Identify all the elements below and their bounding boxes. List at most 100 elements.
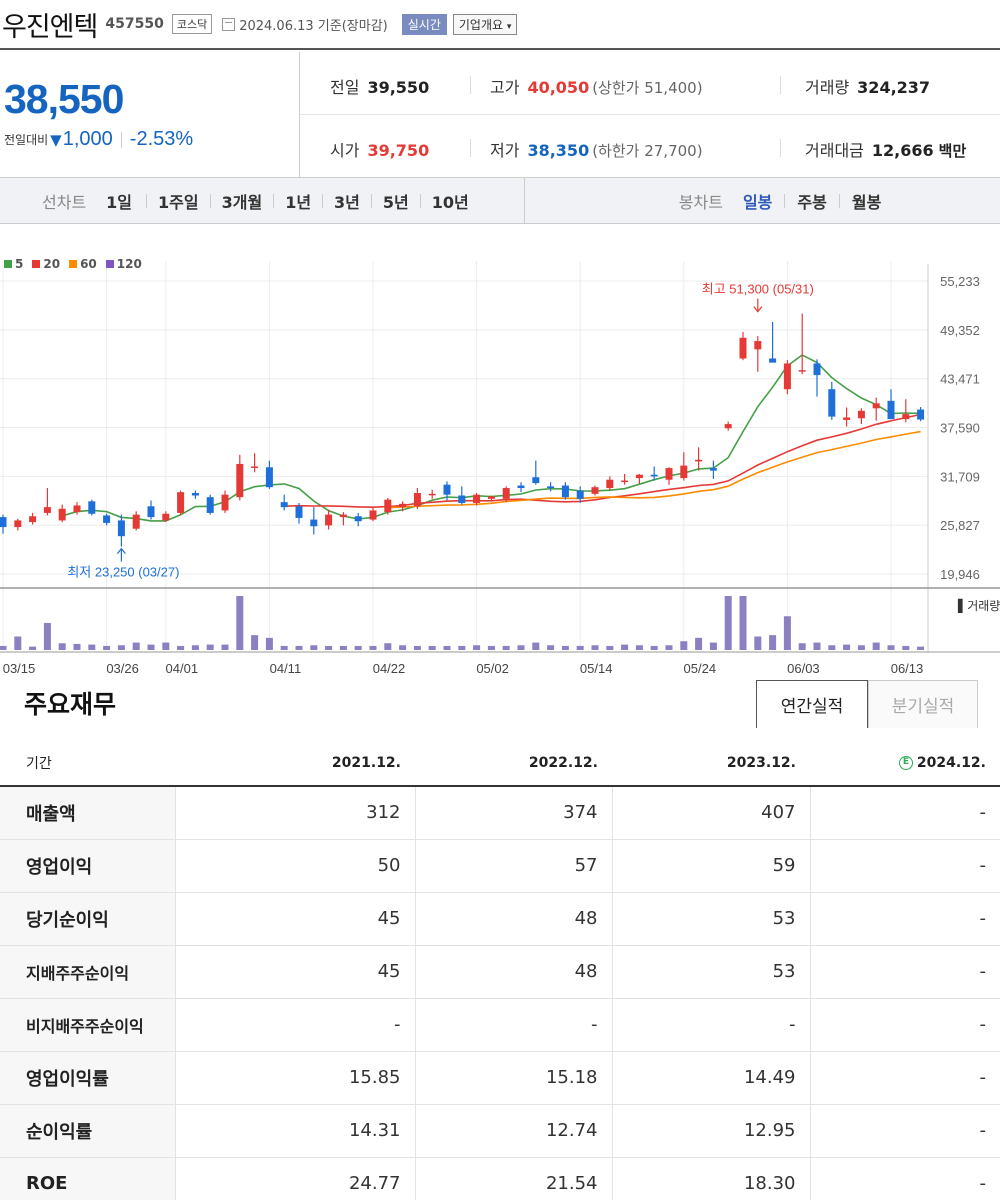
x-tick-label: 06/03 (787, 661, 820, 676)
volume-bar (73, 643, 81, 650)
volume-bar (561, 645, 569, 650)
candle-body (73, 505, 81, 513)
candle-chart-label: 봉차트 (678, 192, 723, 212)
volume-bar (621, 644, 629, 650)
volume-bar (547, 645, 555, 650)
candle-body (887, 400, 895, 420)
candle-body (88, 501, 96, 514)
volume-bar (769, 635, 777, 650)
company-name: 우진엔텍 (2, 11, 98, 43)
cell-value: 374 (414, 786, 612, 840)
cell-value: - (809, 892, 1000, 946)
volume-bar (265, 637, 273, 650)
candle-weekly[interactable]: 주봉 (797, 189, 826, 213)
volume-bar (783, 616, 791, 650)
cell-value: 53 (611, 945, 810, 999)
open-label: 시가 (330, 141, 360, 160)
cell-value: - (809, 1050, 1000, 1105)
volume-bar (236, 596, 244, 650)
candle-daily[interactable]: 일봉 (743, 189, 772, 213)
candle-body (709, 468, 717, 471)
prev-close-value: 39,550 (367, 78, 430, 97)
table-header-row: 기간 2021.12. 2022.12. 2023.12. E 2024.12. (0, 740, 1000, 787)
volume-bar (458, 645, 466, 650)
volume-bar (88, 644, 96, 650)
candle-body (29, 516, 37, 523)
volume-stat: 거래량 324,237 (805, 74, 930, 98)
volume-bar (354, 645, 362, 650)
prev-close-stat: 전일 39,550 (330, 74, 429, 98)
legend-ma5: 5 (4, 257, 23, 271)
volume-bar (399, 645, 407, 650)
company-info-label: 기업개요 (458, 17, 504, 32)
period-header: 기간 (0, 740, 175, 787)
candlestick-svg[interactable]: 55,233 49,352 43,471 37,590 31,709 25,827 19,9… (0, 224, 1000, 684)
row-label: ROE (0, 1157, 175, 1200)
realtime-button[interactable]: 실시간 (401, 13, 447, 35)
volume-bar (487, 645, 495, 650)
cell-value: - (174, 998, 415, 1052)
low-value: 38,350 (527, 141, 590, 160)
x-tick-label: 05/24 (684, 661, 717, 676)
candle-body (487, 496, 495, 499)
ma20-line (284, 413, 921, 509)
period-1d[interactable]: 1일 (106, 189, 132, 213)
col-2024-label: 2024.12. (916, 754, 986, 771)
period-3m[interactable]: 3개월 (222, 189, 263, 213)
candle-body (754, 341, 762, 350)
candle-monthly[interactable]: 월봉 (852, 189, 881, 213)
volume-bar (517, 645, 525, 650)
chart-period-bar: 선차트 1일 1주일 3개월 1년 3년 5년 10년 봉차트 일봉 주봉 월봉 (0, 177, 1000, 224)
period-5y[interactable]: 5년 (383, 189, 409, 213)
candle-body (783, 363, 791, 390)
candle-body (339, 514, 347, 518)
cell-value: - (809, 1157, 1000, 1200)
divider (273, 193, 275, 208)
volume-bar (132, 642, 140, 650)
candle-body (843, 417, 851, 420)
volume-bar (695, 637, 703, 650)
candle-body (191, 493, 199, 496)
cell-value: 57 (414, 839, 612, 893)
candle-body (206, 497, 214, 513)
tab-quarterly[interactable]: 분기실적 (868, 680, 978, 728)
table-row: 영업이익 50 57 59- (0, 839, 1000, 893)
volume-bar (251, 635, 259, 650)
company-info-button[interactable]: 기업개요 ▾ (452, 13, 518, 35)
period-1w[interactable]: 1주일 (158, 189, 199, 213)
change-row: 전일대비 ▼ 1,000 -2.53% (4, 128, 193, 151)
divider (780, 139, 781, 157)
col-2024: E 2024.12. (810, 740, 1000, 787)
candle-body (635, 474, 643, 479)
candle-body (606, 479, 614, 489)
tab-annual[interactable]: 연간실적 (756, 680, 868, 728)
cell-value: 18.30 (611, 1157, 810, 1200)
volume-bar (813, 642, 821, 650)
row-label: 비지배주주순이익 (0, 998, 175, 1052)
legend-ma20: 20 (32, 257, 60, 271)
change-rate: -2.53% (129, 128, 194, 150)
candle-body (162, 513, 170, 521)
cell-value: - (414, 998, 612, 1052)
upper-limit: (상한가 51,400) (592, 79, 703, 97)
down-triangle-icon: ▼ (50, 130, 62, 149)
volume-bar (29, 646, 37, 650)
candle-body (295, 506, 303, 518)
period-3y[interactable]: 3년 (334, 189, 360, 213)
price-chart[interactable]: 5 20 60 120 55,233 49,352 43,471 37,590 31,7… (0, 224, 1000, 684)
volume-bar (798, 643, 806, 650)
calendar-icon (222, 17, 236, 31)
period-1y[interactable]: 1년 (285, 189, 311, 213)
y-tick-label: 25,827 (940, 518, 980, 533)
cell-value: 45 (174, 892, 415, 946)
cell-value: 48 (414, 945, 612, 999)
candle-body (695, 459, 703, 462)
volume-bar (339, 645, 347, 650)
candle-body (857, 410, 865, 419)
period-10y[interactable]: 10년 (432, 189, 469, 213)
volume-bar (147, 644, 155, 650)
volume-bar (724, 596, 732, 650)
cell-value: 14.31 (174, 1104, 415, 1158)
y-tick-label: 55,233 (940, 274, 980, 289)
financials-table: 기간 2021.12. 2022.12. 2023.12. E 2024.12. … (0, 740, 1000, 1200)
